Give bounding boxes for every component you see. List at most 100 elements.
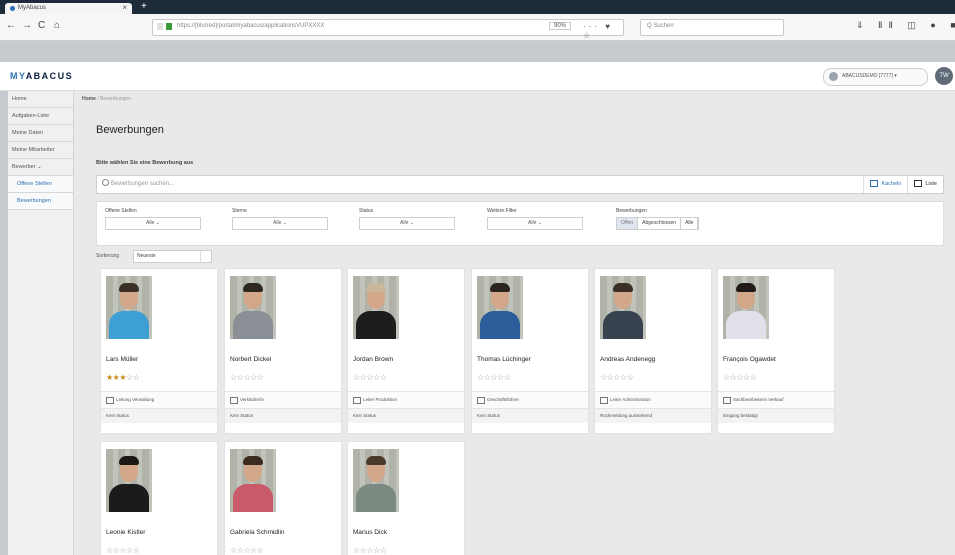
sidebar-item-home[interactable]: Home — [8, 91, 73, 108]
toolbar-extension-icons[interactable]: ⇓ ⅡⅡ ◫ ● ■ ⋮ — [856, 20, 955, 31]
star-icon[interactable]: ☆ — [380, 373, 387, 382]
candidate-status: Kein Status — [348, 408, 464, 423]
home-button[interactable]: ⌂ — [54, 20, 60, 31]
rating-stars[interactable]: ☆☆☆☆☆ — [230, 373, 264, 382]
star-icon[interactable]: ☆ — [497, 373, 504, 382]
browser-tab[interactable]: MyAbacus × — [5, 3, 132, 14]
star-icon[interactable]: ☆ — [126, 546, 133, 555]
page-info-icon[interactable] — [157, 23, 163, 30]
myabacus-logo[interactable]: MYABACUS — [10, 71, 73, 81]
grid-icon — [870, 180, 879, 188]
candidate-card[interactable]: Jordan Brown ☆☆☆☆☆ Leiter Produktion Kein S… — [347, 268, 465, 434]
rating-stars[interactable]: ☆☆☆☆☆ — [353, 546, 387, 555]
filter-status-select[interactable]: Alle ⌄ — [359, 217, 455, 230]
star-icon[interactable]: ☆ — [243, 373, 250, 382]
search-placeholder: Bewerbungen suchen... — [111, 181, 175, 187]
star-icon[interactable]: ☆ — [380, 546, 387, 555]
rating-stars[interactable]: ☆☆☆☆☆ — [723, 373, 757, 382]
browser-search-input[interactable]: Q Suchen — [640, 19, 784, 36]
star-icon[interactable]: ☆ — [373, 546, 380, 555]
star-icon[interactable]: ☆ — [257, 373, 264, 382]
star-icon[interactable]: ☆ — [490, 373, 497, 382]
filter-weitere-select[interactable]: Alle ⌄ — [487, 217, 583, 230]
segment-abgeschlossen[interactable]: Abgeschlossen — [638, 218, 682, 229]
star-icon[interactable]: ☆ — [366, 373, 373, 382]
star-icon[interactable]: ★ — [106, 373, 113, 382]
rating-stars[interactable]: ☆☆☆☆☆ — [600, 373, 634, 382]
filter-status: Status Alle ⌄ — [359, 208, 455, 230]
star-icon[interactable]: ☆ — [353, 546, 360, 555]
candidate-card[interactable]: Leonie Kistler ☆☆☆☆☆ — [100, 441, 218, 555]
rating-stars[interactable]: ★★★☆☆ — [106, 373, 140, 382]
star-icon[interactable]: ☆ — [477, 373, 484, 382]
star-icon[interactable]: ☆ — [600, 373, 607, 382]
candidate-card[interactable]: Norbert Dickel ☆☆☆☆☆ Verkäufer/in Kein Stat… — [224, 268, 342, 434]
star-icon[interactable]: ☆ — [126, 373, 133, 382]
application-search-input[interactable]: Bewerbungen suchen... Kacheln Liste — [96, 175, 944, 194]
star-icon[interactable]: ☆ — [750, 373, 757, 382]
photo-hair — [366, 283, 386, 292]
photo-shirt — [726, 311, 766, 339]
reload-button[interactable]: C — [38, 20, 45, 31]
view-kacheln-button[interactable]: Kacheln — [863, 176, 907, 193]
segment-alle[interactable]: Alle — [681, 218, 699, 229]
sort-select[interactable]: Neueste — [133, 250, 212, 263]
rating-stars[interactable]: ☆☆☆☆☆ — [106, 546, 140, 555]
star-icon[interactable]: ☆ — [250, 373, 257, 382]
tab-close-icon[interactable]: × — [122, 3, 127, 12]
star-icon[interactable]: ☆ — [743, 373, 750, 382]
candidate-card[interactable]: François Ogawdet ☆☆☆☆☆ Sachbearbeiterin Ve… — [717, 268, 835, 434]
sidebar-item-mitarbeiter[interactable]: Meine Mitarbeiter — [8, 142, 73, 159]
url-action-icons[interactable]: ··· ♥ ☆ — [583, 22, 623, 40]
star-icon[interactable]: ☆ — [627, 373, 634, 382]
star-icon[interactable]: ☆ — [243, 546, 250, 555]
candidate-photo — [353, 276, 399, 339]
star-icon[interactable]: ☆ — [106, 546, 113, 555]
segment-offen[interactable]: Offen — [617, 218, 639, 229]
star-icon[interactable]: ☆ — [613, 373, 620, 382]
logo-text: ABACUS — [25, 71, 74, 81]
sidebar-item-bewerbungen[interactable]: Bewerbungen — [8, 193, 73, 210]
breadcrumb: Home / Bewerbungen — [82, 96, 131, 102]
sidebar-item-meine-daten[interactable]: Meine Daten — [8, 125, 73, 142]
candidate-card[interactable]: Andreas Andenegg ☆☆☆☆☆ Leiter Administrati… — [594, 268, 712, 434]
star-icon[interactable]: ☆ — [230, 373, 237, 382]
new-tab-button[interactable]: + — [141, 1, 147, 12]
avatar[interactable]: TW — [935, 67, 953, 85]
rating-stars[interactable]: ☆☆☆☆☆ — [353, 373, 387, 382]
user-menu-button[interactable]: ABACUSDEMO [7777] ▾ — [823, 68, 928, 86]
back-button[interactable]: ← — [6, 20, 16, 31]
star-icon[interactable]: ☆ — [723, 373, 730, 382]
photo-shirt — [356, 484, 396, 512]
sidebar-item-aufgaben[interactable]: Aufgaben-Liste — [8, 108, 73, 125]
star-icon[interactable]: ☆ — [504, 373, 511, 382]
sidebar-item-bewerber[interactable]: Bewerber ⌄ — [8, 159, 73, 176]
rating-stars[interactable]: ☆☆☆☆☆ — [477, 373, 511, 382]
zoom-level[interactable]: 90% — [549, 22, 572, 30]
star-icon[interactable]: ☆ — [353, 373, 360, 382]
star-icon[interactable]: ☆ — [736, 373, 743, 382]
star-icon[interactable]: ☆ — [366, 546, 373, 555]
star-icon[interactable]: ☆ — [250, 546, 257, 555]
candidate-card[interactable]: Lars Müller ★★★☆☆ Leitung Verwaltung Kein S… — [100, 268, 218, 434]
candidate-card[interactable]: Thomas Lüchinger ☆☆☆☆☆ Geschäftsführer Kein… — [471, 268, 589, 434]
star-icon[interactable]: ☆ — [133, 546, 140, 555]
star-icon[interactable]: ★ — [119, 373, 126, 382]
forward-button[interactable]: → — [22, 20, 32, 31]
star-icon[interactable]: ☆ — [620, 373, 627, 382]
sidebar-item-offene-stellen[interactable]: Offene Stellen — [8, 176, 73, 193]
star-icon[interactable]: ☆ — [119, 546, 126, 555]
candidate-card[interactable]: Gabriela Schmidlin ☆☆☆☆☆ — [224, 441, 342, 555]
star-icon[interactable]: ☆ — [133, 373, 140, 382]
filter-offene-stellen-select[interactable]: Alle ⌄ — [105, 217, 201, 230]
star-icon[interactable]: ☆ — [230, 546, 237, 555]
star-icon[interactable]: ☆ — [373, 373, 380, 382]
breadcrumb-home[interactable]: Home — [82, 96, 96, 102]
url-text[interactable]: https://[blurred]/portal/myabacus/applic… — [177, 23, 324, 29]
filter-sterne-select[interactable]: Alle ⌄ — [232, 217, 328, 230]
view-liste-button[interactable]: Liste — [907, 176, 943, 193]
candidate-card[interactable]: Marius Dick ☆☆☆☆☆ — [347, 441, 465, 555]
rating-stars[interactable]: ☆☆☆☆☆ — [230, 546, 264, 555]
address-bar[interactable]: https://[blurred]/portal/myabacus/applic… — [152, 19, 624, 40]
star-icon[interactable]: ☆ — [257, 546, 264, 555]
